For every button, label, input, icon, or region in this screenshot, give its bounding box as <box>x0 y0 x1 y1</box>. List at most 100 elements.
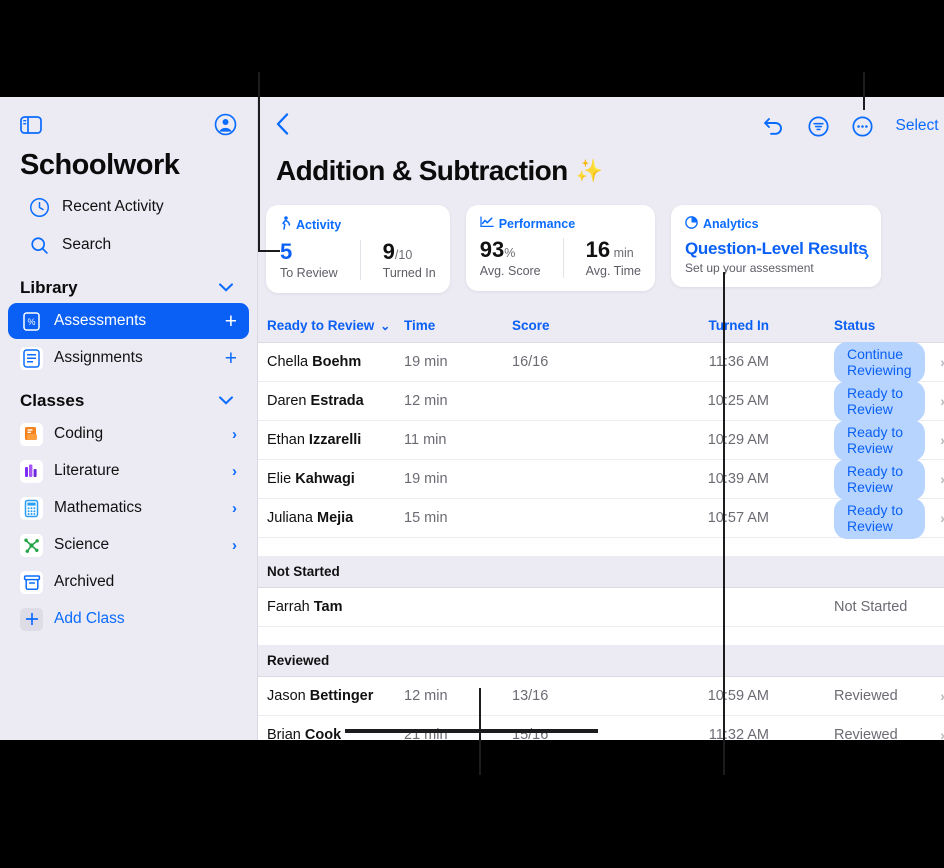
status-badge[interactable]: Ready to Review <box>834 458 925 500</box>
sidebar-item-label: Search <box>62 236 112 253</box>
row-chevron-icon[interactable]: › <box>929 354 944 370</box>
more-ellipsis-icon[interactable] <box>851 115 873 137</box>
status-badge[interactable]: Ready to Review <box>834 380 925 422</box>
sidebar-item-literature[interactable]: Literature › <box>8 453 249 489</box>
sidebar-item-recent-activity[interactable]: Recent Activity <box>8 188 249 226</box>
back-button[interactable] <box>268 112 297 140</box>
table-header-row: Ready to Review ⌄ Time Score Turned In St… <box>258 309 944 344</box>
status-badge[interactable]: Ready to Review <box>834 419 925 461</box>
undo-arrow-icon[interactable] <box>763 116 785 136</box>
add-assessment-icon[interactable]: + <box>225 311 237 332</box>
activity-card[interactable]: Activity 5 To Review 9/10 Turned In <box>266 205 450 294</box>
status-badge[interactable]: Ready to Review <box>834 497 925 539</box>
sidebar-item-label: Literature <box>54 462 120 479</box>
status-badge[interactable]: Continue Reviewing <box>834 341 925 383</box>
page-title: Addition & Subtraction ✨ <box>258 155 944 187</box>
sidebar-section-library[interactable]: Library <box>0 264 257 302</box>
cell-status: Not Started <box>825 599 929 615</box>
chevron-down-icon[interactable] <box>215 392 237 410</box>
archive-box-icon <box>20 570 43 594</box>
cell-time: 19 min <box>404 354 448 371</box>
column-header-status[interactable]: Status <box>825 318 929 333</box>
sidebar-item-label: Assignments <box>54 349 143 366</box>
page-title-text: Addition & Subtraction <box>276 155 568 186</box>
screenshot-frame: Schoolwork Recent Activity Search Librar… <box>0 0 944 868</box>
column-header-name[interactable]: Ready to Review ⌄ <box>258 318 400 333</box>
analytics-link-title[interactable]: Question-Level Results <box>685 239 868 259</box>
callout-line-status-column <box>723 272 725 775</box>
add-assignment-icon[interactable]: + <box>225 348 237 369</box>
stat-value: 16 min <box>585 237 634 262</box>
table-row[interactable]: Juliana Mejia 15 min 10:57 AM Ready to R… <box>258 497 944 539</box>
performance-card[interactable]: Performance 93% Avg. Score 16 min Avg. T… <box>465 205 655 292</box>
cell-turned-in: 10:25 AM <box>707 393 769 410</box>
sidebar-top-bar <box>0 97 257 136</box>
sidebar-item-label: Recent Activity <box>62 198 164 215</box>
cell-turned-in: 10:59 AM <box>707 688 769 705</box>
status-text: Reviewed <box>834 727 898 740</box>
row-chevron-icon[interactable]: › <box>929 471 944 487</box>
molecule-icon <box>20 533 43 557</box>
callout-line-activity-vertical <box>258 72 260 252</box>
table-row[interactable]: Jason Bettinger 12 min 13/16 10:59 AM Re… <box>258 677 944 717</box>
chevron-right-icon: › <box>232 462 237 480</box>
stat-caption: To Review <box>280 266 338 281</box>
sidebar-item-archived[interactable]: Archived <box>8 564 249 600</box>
sort-filter-icon[interactable] <box>807 115 829 137</box>
stat-value: 5 <box>280 239 293 264</box>
row-chevron-icon[interactable]: › <box>929 510 944 526</box>
sidebar-item-add-class[interactable]: Add Class <box>8 601 249 637</box>
performance-card-title: Performance <box>498 216 576 231</box>
activity-card-body: 5 To Review 9/10 Turned In <box>280 240 436 281</box>
main-content: Select Addition & Subtraction ✨ Activity <box>258 97 944 740</box>
sidebar-section-classes[interactable]: Classes <box>0 377 257 415</box>
chevron-right-icon[interactable]: › <box>864 247 869 265</box>
sidebar-item-search[interactable]: Search <box>8 226 249 264</box>
column-header-score[interactable]: Score <box>508 318 658 333</box>
student-name: Ethan Izzarelli <box>267 432 362 449</box>
percent-document-icon: % <box>20 310 43 333</box>
cell-status: Ready to Review <box>825 497 929 539</box>
sidebar-item-mathematics[interactable]: Mathematics › <box>8 490 249 526</box>
sidebar-item-coding[interactable]: Coding › <box>8 416 249 452</box>
sidebar-item-assessments[interactable]: % Assessments + <box>8 303 249 339</box>
table-spacer <box>258 627 944 646</box>
callout-line-row-horizontal <box>345 729 598 733</box>
callout-line-more-button <box>863 72 865 110</box>
row-chevron-icon[interactable]: › <box>929 393 944 409</box>
toolbar-actions: Select <box>763 115 939 137</box>
analytics-card[interactable]: Analytics Question-Level Results Set up … <box>671 205 882 287</box>
column-header-time[interactable]: Time <box>400 318 508 333</box>
cell-time: 19 min <box>404 471 448 488</box>
analytics-card-title: Analytics <box>703 217 759 231</box>
row-chevron-icon[interactable]: › <box>929 432 944 448</box>
chevron-down-icon[interactable] <box>215 279 237 297</box>
column-header-turned-in[interactable]: Turned In <box>658 318 773 333</box>
group-label: Reviewed <box>267 653 330 669</box>
stat-to-review: 5 To Review <box>280 240 360 280</box>
sidebar-item-label: Science <box>54 536 110 553</box>
stat-caption: Avg. Score <box>479 264 541 279</box>
table-group-header-not-started: Not Started <box>258 556 944 589</box>
sidebar-item-science[interactable]: Science › <box>8 527 249 563</box>
calculator-icon <box>20 496 43 520</box>
stat-caption: Turned In <box>382 266 436 281</box>
sidebar-item-assignments[interactable]: Assignments + <box>8 340 249 376</box>
cell-status: Reviewed <box>825 727 929 740</box>
student-name: Chella Boehm <box>267 354 362 371</box>
account-circle-icon[interactable] <box>214 113 237 136</box>
table-group-header-reviewed: Reviewed <box>258 645 944 678</box>
select-button[interactable]: Select <box>896 117 939 135</box>
table-row[interactable]: Elie Kahwagi 19 min 10:39 AM Ready to Re… <box>258 458 944 500</box>
sidebar-toggle-icon[interactable] <box>20 115 42 134</box>
table-row[interactable]: Farrah Tam Not Started <box>258 588 944 628</box>
table-row[interactable]: Ethan Izzarelli 11 min 10:29 AM Ready to… <box>258 419 944 461</box>
table-row[interactable]: Chella Boehm 19 min 16/16 11:36 AM Conti… <box>258 341 944 383</box>
table-row[interactable]: Daren Estrada 12 min 10:25 AM Ready to R… <box>258 380 944 422</box>
performance-card-header: Performance <box>480 216 641 231</box>
row-chevron-icon[interactable]: › <box>929 688 944 704</box>
cell-turned-in: 10:57 AM <box>707 510 769 527</box>
chevron-down-icon: ⌄ <box>380 319 391 334</box>
student-name: Jason Bettinger <box>267 688 374 705</box>
row-chevron-icon[interactable]: › <box>929 727 944 740</box>
